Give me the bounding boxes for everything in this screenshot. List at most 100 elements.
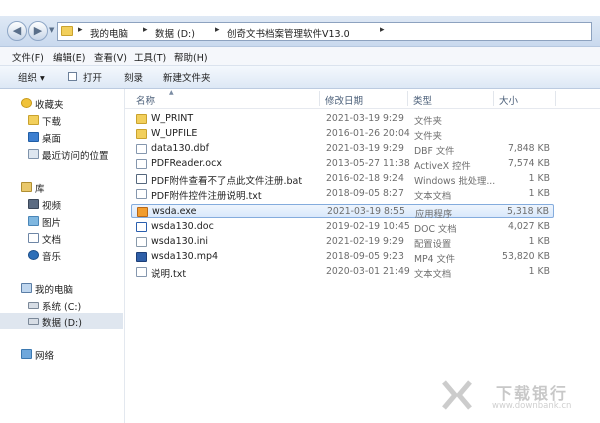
file-size: 4,027 KB <box>507 221 550 232</box>
text-file-icon <box>136 267 147 277</box>
system-drive-icon <box>28 302 39 309</box>
command-bar: 组织 ▾ 打开 刻录 新建文件夹 <box>0 66 600 89</box>
file-type: 文件夹 <box>414 131 442 142</box>
file-row[interactable]: W_UPFILE 2016-01-26 20:04 文件夹 <box>131 127 554 142</box>
watermark-url: www.downbank.cn <box>492 401 572 411</box>
menu-bar: 文件(F) 编辑(E) 查看(V) 工具(T) 帮助(H) <box>0 47 600 66</box>
file-date: 2020-03-01 21:49 <box>326 266 410 277</box>
nav-videos[interactable]: 视频 <box>0 196 123 212</box>
video-library-icon <box>28 199 39 209</box>
nav-label: 桌面 <box>42 134 62 145</box>
file-date: 2018-09-05 9:23 <box>326 251 404 262</box>
menu-help[interactable]: 帮助(H) <box>174 50 208 64</box>
nav-drive-c[interactable]: 系统 (C:) <box>0 297 123 313</box>
file-type: 文件夹 <box>414 116 442 127</box>
file-type: ActiveX 控件 <box>414 161 471 172</box>
open-button[interactable]: 打开 <box>83 70 102 84</box>
menu-view[interactable]: 查看(V) <box>94 50 127 64</box>
nav-label: 视频 <box>42 201 62 212</box>
nav-documents[interactable]: 文档 <box>0 230 123 246</box>
column-divider[interactable] <box>493 91 494 106</box>
documents-library-icon <box>28 233 39 243</box>
nav-pictures[interactable]: 图片 <box>0 213 123 229</box>
file-date: 2018-09-05 8:27 <box>326 188 404 199</box>
file-row[interactable]: wsda130.doc 2019-02-19 10:45 DOC 文档 4,02… <box>131 220 554 235</box>
chevron-right-icon[interactable]: ▸ <box>380 25 385 35</box>
file-date: 2021-02-19 9:29 <box>326 236 404 247</box>
menu-edit[interactable]: 编辑(E) <box>53 50 85 64</box>
nav-downloads[interactable]: 下载 <box>0 112 123 128</box>
sort-ascending-icon: ▲ <box>169 89 174 96</box>
file-row[interactable]: PDF附件控件注册说明.txt 2018-09-05 8:27 文本文档 1 K… <box>131 187 554 202</box>
file-name: W_PRINT <box>151 113 194 124</box>
file-row[interactable]: 说明.txt 2020-03-01 21:49 文本文档 1 KB <box>131 265 554 280</box>
nav-label: 下载 <box>42 117 62 128</box>
recent-pages-dropdown[interactable]: ▼ <box>49 26 57 36</box>
nav-label: 我的电脑 <box>35 285 74 296</box>
forward-button[interactable]: ▶ <box>28 21 48 41</box>
chevron-right-icon[interactable]: ▸ <box>143 25 148 35</box>
file-name: PDFReader.ocx <box>151 158 222 169</box>
breadcrumb-computer[interactable]: 我的电脑 <box>90 26 128 40</box>
file-size: 7,574 KB <box>507 158 550 169</box>
file-row[interactable]: PDF附件查看不了点此文件注册.bat 2016-02-18 9:24 Wind… <box>131 172 554 187</box>
file-row[interactable]: W_PRINT 2021-03-19 9:29 文件夹 <box>131 112 554 127</box>
navigation-pane: 收藏夹 下载 桌面 最近访问的位置 库 视频 图片 文档 音乐 我的电脑 系统 … <box>0 89 125 423</box>
file-date: 2016-02-18 9:24 <box>326 173 404 184</box>
nav-desktop[interactable]: 桌面 <box>0 129 123 145</box>
file-size: 7,848 KB <box>507 143 550 154</box>
arrow-right-icon: ▶ <box>33 24 43 37</box>
nav-drive-d[interactable]: 数据 (D:) <box>0 313 123 329</box>
menu-file[interactable]: 文件(F) <box>12 50 44 64</box>
address-bar-area: ◀ ▶ ▼ ▸ 我的电脑 ▸ 数据 (D:) ▸ 创奇文书档案管理软件V13.0… <box>0 16 600 47</box>
file-name: wsda130.ini <box>151 236 209 247</box>
column-header-size[interactable]: 大小 <box>499 93 518 107</box>
column-divider[interactable] <box>319 91 320 106</box>
file-row[interactable]: data130.dbf 2021-03-19 9:29 DBF 文件 7,848… <box>131 142 554 157</box>
drive-icon <box>28 318 39 325</box>
text-file-icon <box>136 189 147 199</box>
organize-button[interactable]: 组织 ▾ <box>18 70 45 84</box>
file-name: wsda130.doc <box>151 221 214 232</box>
column-header-row: ▲ 名称 修改日期 类型 大小 <box>125 89 600 109</box>
nav-music[interactable]: 音乐 <box>0 247 123 263</box>
nav-label: 数据 (D:) <box>42 318 82 329</box>
column-divider[interactable] <box>407 91 408 106</box>
chevron-right-icon[interactable]: ▸ <box>215 25 220 35</box>
folder-icon <box>136 129 147 139</box>
new-folder-button[interactable]: 新建文件夹 <box>163 70 211 84</box>
file-name: wsda.exe <box>152 206 197 217</box>
nav-label: 系统 (C:) <box>42 302 82 313</box>
file-row[interactable]: wsda130.mp4 2018-09-05 9:23 MP4 文件 53,82… <box>131 250 554 265</box>
chevron-right-icon[interactable]: ▸ <box>78 25 83 35</box>
nav-computer[interactable]: 我的电脑 <box>0 280 123 296</box>
file-row-selected[interactable]: wsda.exe 2021-03-19 8:55 应用程序 5,318 KB <box>131 204 554 220</box>
breadcrumb-drive-d[interactable]: 数据 (D:) <box>155 26 195 40</box>
recent-places-icon <box>28 149 39 159</box>
explorer-window: ◀ ▶ ▼ ▸ 我的电脑 ▸ 数据 (D:) ▸ 创奇文书档案管理软件V13.0… <box>0 0 600 423</box>
computer-icon <box>21 283 32 293</box>
doc-icon <box>136 222 147 232</box>
file-row[interactable]: wsda130.ini 2021-02-19 9:29 配置设置 1 KB <box>131 235 554 250</box>
column-header-name[interactable]: 名称 <box>136 93 155 107</box>
video-file-icon <box>136 252 147 262</box>
nav-libraries[interactable]: 库 <box>0 179 123 195</box>
exe-icon <box>137 207 148 217</box>
file-date: 2021-03-19 9:29 <box>326 143 404 154</box>
nav-recent-places[interactable]: 最近访问的位置 <box>0 146 123 162</box>
column-header-type[interactable]: 类型 <box>413 93 432 107</box>
open-icon <box>68 72 77 81</box>
back-button[interactable]: ◀ <box>7 21 27 41</box>
file-size: 1 KB <box>528 188 550 199</box>
nav-favorites[interactable]: 收藏夹 <box>0 95 123 111</box>
file-date: 2016-01-26 20:04 <box>326 128 410 139</box>
nav-label: 收藏夹 <box>35 100 64 111</box>
column-header-date[interactable]: 修改日期 <box>325 93 363 107</box>
column-divider[interactable] <box>555 91 556 106</box>
file-row[interactable]: PDFReader.ocx 2013-05-27 11:38 ActiveX 控… <box>131 157 554 172</box>
breadcrumb-current-folder[interactable]: 创奇文书档案管理软件V13.0 <box>227 26 350 40</box>
nav-network[interactable]: 网络 <box>0 346 123 362</box>
menu-tools[interactable]: 工具(T) <box>134 50 166 64</box>
address-field[interactable]: ▸ 我的电脑 ▸ 数据 (D:) ▸ 创奇文书档案管理软件V13.0 ▸ <box>57 22 592 41</box>
burn-button[interactable]: 刻录 <box>124 70 143 84</box>
